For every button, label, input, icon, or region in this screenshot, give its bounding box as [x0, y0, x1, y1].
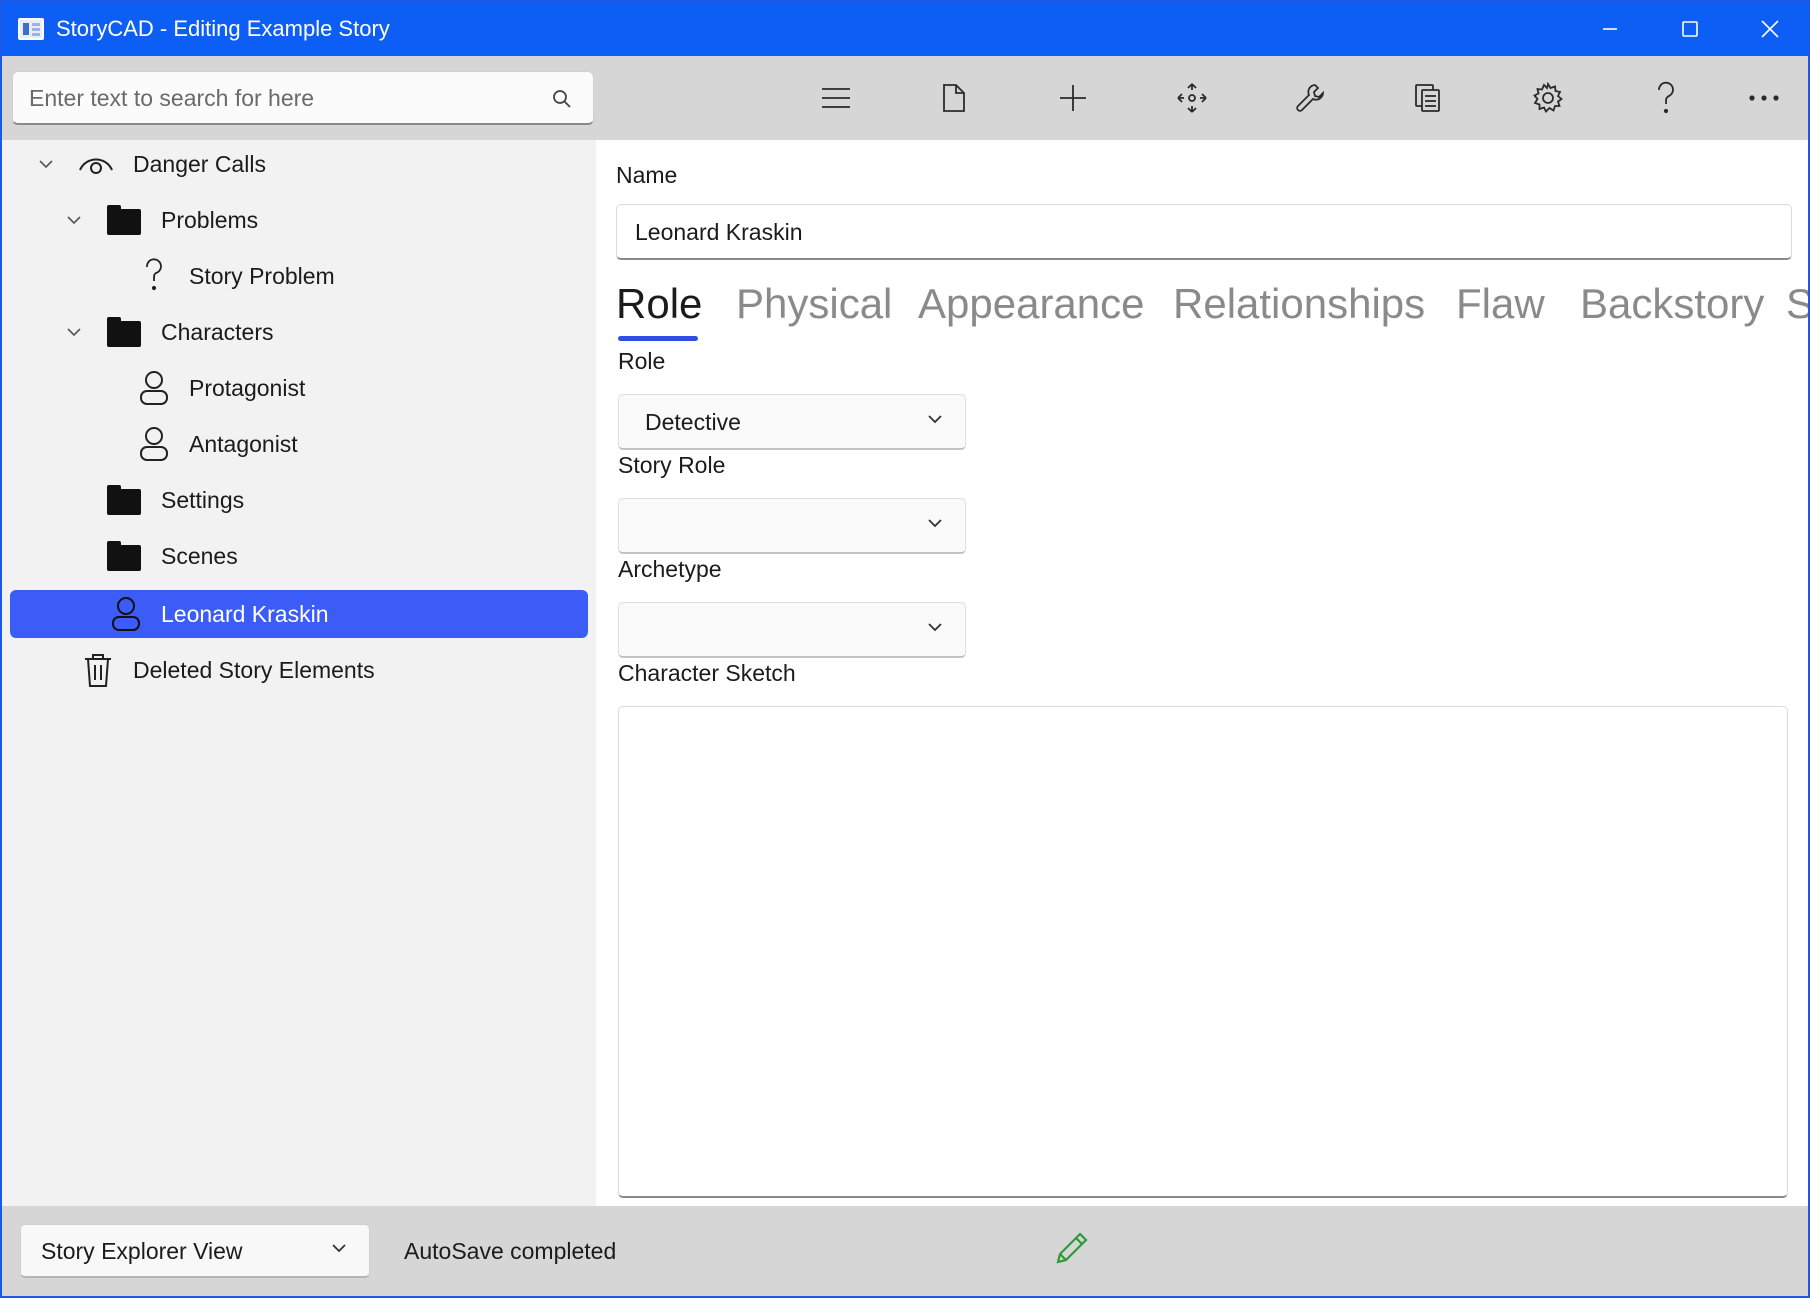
new-file-button[interactable] [930, 74, 978, 122]
add-element-button[interactable] [1049, 74, 1097, 122]
folder-icon [106, 540, 142, 576]
tree-node-danger-calls[interactable]: Danger Calls [2, 140, 592, 188]
tree-node-label: Danger Calls [133, 151, 266, 177]
window-title: StoryCAD - Editing Example Story [56, 16, 390, 41]
copy-icon [1415, 84, 1440, 112]
more-button[interactable] [1740, 74, 1788, 122]
tree-node-label: Deleted Story Elements [133, 657, 375, 683]
folder-icon [106, 204, 142, 240]
chevron-down-icon[interactable] [36, 154, 56, 174]
folder-icon [106, 316, 142, 352]
tree-node-story-problem[interactable]: Story Problem [2, 252, 592, 300]
title-bar: StoryCAD - Editing Example Story [2, 2, 1808, 56]
tab-relationships[interactable]: Relationships [1173, 280, 1425, 328]
hamburger-menu-button[interactable] [812, 74, 860, 122]
tree-node-label: Story Problem [189, 263, 335, 289]
more-icon [1749, 95, 1779, 101]
chevron-down-icon[interactable] [64, 210, 84, 230]
tab-appearance[interactable]: Appearance [918, 280, 1145, 328]
wrench-icon [1296, 84, 1325, 112]
status-message: AutoSave completed [404, 1238, 617, 1264]
tree-node-problems[interactable]: Problems [2, 196, 592, 244]
maximize-icon [1682, 21, 1698, 37]
view-selector[interactable]: Story Explorer View [20, 1224, 370, 1278]
archetype-combobox[interactable] [618, 602, 966, 658]
question-icon [136, 257, 172, 293]
person-icon [136, 370, 172, 406]
search-input[interactable] [29, 82, 529, 114]
story-role-label: Story Role [618, 452, 726, 478]
close-button[interactable] [1730, 2, 1810, 56]
view-selector-value: Story Explorer View [41, 1238, 243, 1264]
tree-node-characters[interactable]: Characters [2, 308, 592, 356]
tree-node-label: Protagonist [189, 375, 306, 401]
app-icon [18, 18, 44, 40]
maximize-button[interactable] [1650, 2, 1730, 56]
reports-button[interactable] [1404, 74, 1452, 122]
pencil-icon [1056, 1232, 1088, 1264]
hamburger-menu-icon [822, 88, 850, 108]
toolbar [2, 56, 1808, 140]
tab-flaw[interactable]: Flaw [1456, 280, 1545, 328]
add-icon [1060, 85, 1086, 111]
close-icon [1761, 20, 1779, 38]
tree-node-leonard-kraskin[interactable]: Leonard Kraskin [2, 590, 592, 638]
character-editor-panel: Name Leonard Kraskin Role Physical Appea… [596, 140, 1808, 1206]
tab-physical[interactable]: Physical [736, 280, 892, 328]
tree-node-antagonist[interactable]: Antagonist [2, 420, 592, 468]
chevron-down-icon [928, 415, 942, 424]
story-role-combobox[interactable] [618, 498, 966, 554]
tree-node-settings[interactable]: Settings [2, 476, 592, 524]
status-bar: Story Explorer View AutoSave completed [2, 1206, 1808, 1296]
tree-node-deleted-story-elements[interactable]: Deleted Story Elements [2, 646, 592, 694]
active-tab-indicator [618, 336, 698, 341]
chevron-down-icon [332, 1244, 346, 1253]
person-icon [108, 596, 144, 632]
archetype-label: Archetype [618, 556, 722, 582]
tree-node-label: Scenes [161, 543, 238, 569]
chevron-down-icon [928, 623, 942, 632]
minimize-button[interactable] [1570, 2, 1650, 56]
settings-icon [1533, 82, 1563, 114]
tab-backstory[interactable]: Backstory [1580, 280, 1764, 328]
tools-button[interactable] [1286, 74, 1334, 122]
tree-node-label: Settings [161, 487, 245, 513]
app-window: StoryCAD - Editing Example Story Enter t… [0, 0, 1810, 1298]
name-field[interactable]: Leonard Kraskin [616, 204, 1792, 260]
chevron-down-icon[interactable] [64, 322, 84, 342]
help-icon [1658, 81, 1674, 114]
move-button[interactable] [1168, 74, 1216, 122]
role-label: Role [618, 348, 666, 374]
tree-node-scenes[interactable]: Scenes [2, 532, 592, 580]
tree-node-label: Antagonist [189, 431, 298, 457]
search-box[interactable] [12, 71, 594, 125]
tab-strip: Role Physical Appearance Relationships F… [616, 280, 1808, 334]
document-icon [943, 84, 965, 112]
search-icon[interactable] [551, 88, 573, 110]
eye-icon [78, 146, 114, 182]
help-button[interactable] [1642, 74, 1690, 122]
move-icon [1177, 83, 1207, 113]
role-value: Detective [645, 409, 741, 435]
trash-icon [80, 652, 116, 688]
preferences-button[interactable] [1524, 74, 1572, 122]
person-icon [136, 426, 172, 462]
tab-overflow[interactable]: S [1786, 280, 1808, 328]
role-combobox[interactable]: Detective [618, 394, 966, 450]
character-sketch-label: Character Sketch [618, 660, 796, 686]
tree-node-label: Characters [161, 319, 274, 345]
name-value: Leonard Kraskin [635, 219, 803, 245]
chevron-down-icon [928, 519, 942, 528]
tree-node-protagonist[interactable]: Protagonist [2, 364, 592, 412]
tab-role[interactable]: Role [616, 280, 702, 328]
folder-icon [106, 484, 142, 520]
name-label: Name [616, 162, 678, 188]
character-sketch-textarea[interactable] [618, 706, 1788, 1198]
story-explorer-tree: Danger Calls Problems Story Problem Char… [2, 140, 596, 1206]
tree-node-label: Problems [161, 207, 259, 233]
minimize-icon [1603, 28, 1617, 30]
tree-node-label: Leonard Kraskin [161, 601, 329, 627]
